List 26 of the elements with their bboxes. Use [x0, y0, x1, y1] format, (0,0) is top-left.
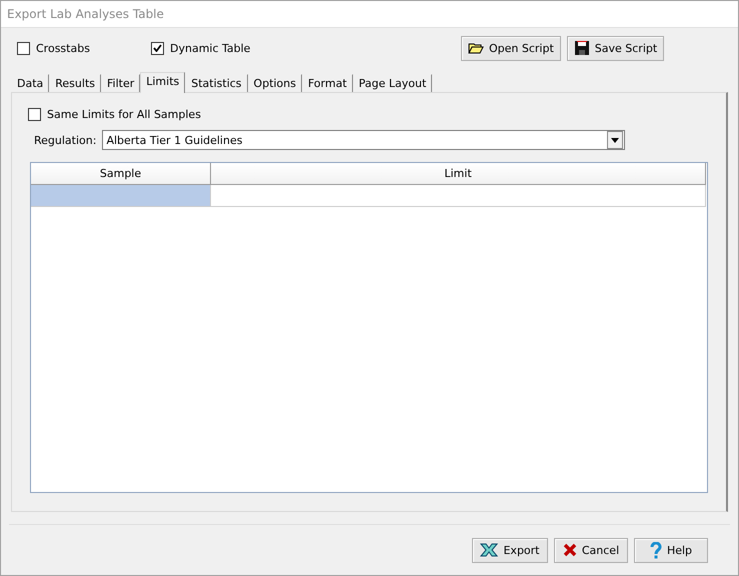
- checkbox-label: Dynamic Table: [170, 42, 250, 54]
- checkbox-label: Same Limits for All Samples: [47, 108, 201, 121]
- tab[interactable]: Limits: [140, 72, 186, 93]
- checkbox[interactable]: [151, 42, 164, 54]
- regulation-dropdown[interactable]: Alberta Tier 1 Guidelines: [102, 130, 626, 150]
- checkbox[interactable]: [17, 42, 30, 54]
- save-script-button[interactable]: Save Script: [566, 36, 664, 60]
- export-button[interactable]: Export: [472, 538, 548, 562]
- table-cell[interactable]: [31, 185, 211, 207]
- column-header[interactable]: Sample: [31, 163, 211, 185]
- question-mark-icon: [650, 542, 662, 558]
- table-cell[interactable]: [211, 185, 706, 207]
- cross-icon: [562, 543, 577, 557]
- window-title: Export Lab Analyses Table: [7, 7, 164, 21]
- check-mark-icon: [153, 44, 162, 52]
- dropdown-arrow-icon: [611, 138, 620, 142]
- column-header[interactable]: Limit: [211, 163, 706, 185]
- tab[interactable]: Options: [248, 74, 302, 92]
- checkbox-label: Crosstabs: [36, 42, 90, 54]
- help-button[interactable]: Help: [634, 538, 708, 562]
- spreadsheet-x-icon: [480, 543, 498, 557]
- regulation-label: Regulation:: [34, 134, 96, 146]
- open-script-button[interactable]: Open Script: [461, 36, 561, 60]
- folder-icon: [468, 42, 484, 54]
- checkbox[interactable]: [28, 108, 41, 121]
- cancel-button[interactable]: Cancel: [554, 538, 628, 562]
